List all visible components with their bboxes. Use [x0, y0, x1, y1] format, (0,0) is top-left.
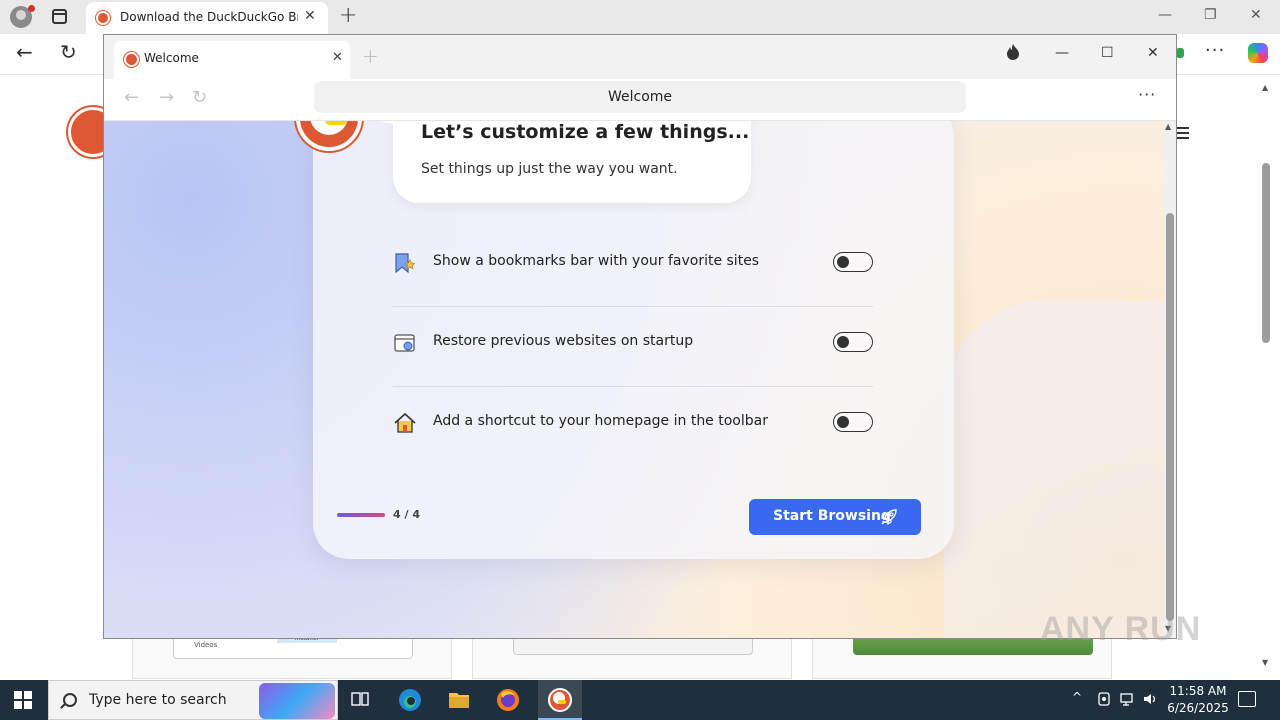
edge-back-button[interactable]: ←	[16, 40, 33, 64]
taskbar-search-box[interactable]: Type here to search	[48, 680, 338, 720]
ddg-forward-button[interactable]: →	[159, 87, 174, 108]
ddg-menu-button[interactable]: ···	[1138, 85, 1156, 104]
ddg-tab-title: Welcome	[144, 51, 199, 65]
background-illustration	[944, 301, 1174, 638]
clock-date[interactable]: 6/26/2025	[1166, 701, 1230, 715]
bookmarks-bar-icon	[393, 251, 417, 275]
duckduckgo-browser-window: Welcome ✕ + — ☐ ✕ ← → ↻ Welcome ··· Let’…	[103, 34, 1177, 639]
taskbar-search-placeholder: Type here to search	[89, 692, 227, 708]
option-row-home-shortcut: Add a shortcut to your homepage in the t…	[393, 387, 873, 467]
edge-page-scrollbar[interactable]	[1262, 163, 1270, 343]
feature-card	[472, 635, 792, 679]
edge-scroll-down-icon[interactable]: ▼	[1262, 658, 1268, 667]
edge-new-tab-button[interactable]: +	[339, 3, 357, 28]
network-icon[interactable]	[1119, 691, 1135, 707]
clock-time[interactable]: 11:58 AM	[1168, 684, 1228, 698]
ddg-scroll-up-icon[interactable]: ▲	[1165, 122, 1171, 131]
copilot-icon[interactable]	[1248, 43, 1268, 63]
edge-settings-more-button[interactable]: ···	[1205, 40, 1225, 61]
edge-reload-button[interactable]: ↻	[60, 40, 77, 64]
edge-tab-title: Download the DuckDuckGo Browser	[120, 10, 298, 24]
duckduckgo-favicon-icon	[96, 11, 110, 25]
ddg-tab-close-icon[interactable]: ✕	[332, 50, 343, 65]
edge-minimize-button[interactable]: —	[1158, 7, 1172, 23]
ddg-address-bar[interactable]: Welcome	[314, 81, 966, 113]
ddg-welcome-page: Let’s customize a few things... Set thin…	[104, 121, 1176, 638]
ddg-close-button[interactable]: ✕	[1147, 45, 1159, 61]
duckduckgo-favicon-icon	[124, 52, 139, 67]
restore-session-icon	[393, 331, 417, 355]
toggle-knob	[837, 335, 849, 348]
edge-scroll-up-icon[interactable]: ▲	[1262, 83, 1268, 92]
fire-icon[interactable]	[1005, 43, 1021, 66]
ddg-tab-welcome[interactable]: Welcome ✕	[114, 41, 350, 79]
option-label-bookmarks-bar: Show a bookmarks bar with your favorite …	[433, 253, 760, 269]
duckduckgo-taskbar-icon[interactable]	[538, 680, 582, 720]
toggle-home-shortcut[interactable]	[833, 412, 873, 432]
tab-actions-icon[interactable]	[52, 9, 67, 24]
meet-now-icon[interactable]	[1096, 691, 1112, 707]
hamburger-menu-icon[interactable]	[1175, 127, 1189, 139]
edge-tab-close-icon[interactable]: ✕	[304, 8, 316, 24]
thumbnail-videos-label: Videos	[194, 641, 218, 649]
windows-taskbar: Type here to search ^ 11:58 AM 6/26/2025	[0, 680, 1280, 720]
toggle-knob	[837, 255, 849, 268]
search-icon	[63, 693, 77, 707]
feature-card: Videos Installer	[132, 635, 452, 679]
start-browsing-label: Start Browsing	[773, 508, 891, 524]
option-row-bookmarks-bar: Show a bookmarks bar with your favorite …	[393, 227, 873, 307]
speech-bubble-tail	[371, 121, 401, 127]
edge-close-button[interactable]: ✕	[1250, 7, 1262, 23]
extension-icon[interactable]	[1176, 48, 1184, 58]
anyrun-watermark: ANY RUN	[1040, 610, 1202, 648]
onboarding-card: Let’s customize a few things... Set thin…	[296, 121, 954, 559]
show-hidden-icons-button[interactable]: ^	[1072, 690, 1082, 704]
onboarding-title: Let’s customize a few things...	[421, 121, 750, 143]
edge-tab-strip: Download the DuckDuckGo Browser ✕ + — ❐ …	[0, 0, 1280, 34]
ddg-navigation-bar: ← → ↻ Welcome ···	[104, 79, 1176, 121]
volume-icon[interactable]	[1142, 691, 1158, 707]
ddg-new-tab-button[interactable]: +	[362, 44, 379, 68]
dax-duck-avatar-icon	[296, 121, 362, 151]
edge-restore-button[interactable]: ❐	[1204, 7, 1217, 23]
start-browsing-button[interactable]: Start Browsing	[749, 499, 921, 535]
option-label-restore-session: Restore previous websites on startup	[433, 333, 694, 349]
windows-start-icon[interactable]	[14, 691, 32, 709]
option-label-home-shortcut: Add a shortcut to your homepage in the t…	[433, 413, 768, 429]
speech-bubble: Let’s customize a few things... Set thin…	[371, 121, 751, 203]
task-view-icon[interactable]	[342, 684, 378, 716]
ddg-tab-strip: Welcome ✕ + — ☐ ✕	[104, 35, 1176, 79]
onboarding-progress-label: 4 / 4	[393, 508, 420, 521]
ddg-minimize-button[interactable]: —	[1055, 45, 1069, 61]
firefox-icon[interactable]	[490, 684, 526, 716]
ddg-back-button[interactable]: ←	[124, 87, 139, 108]
toggle-knob	[837, 415, 849, 428]
option-row-restore-session: Restore previous websites on startup	[393, 307, 873, 387]
profile-notification-dot	[28, 5, 35, 12]
home-icon	[393, 411, 417, 435]
onboarding-subtitle: Set things up just the way you want.	[421, 161, 678, 177]
ddg-maximize-button[interactable]: ☐	[1101, 45, 1114, 61]
onboarding-progress-bar	[337, 513, 385, 517]
notification-center-icon[interactable]	[1238, 691, 1256, 707]
dax-beak	[325, 121, 347, 125]
rocket-icon	[879, 507, 899, 527]
ddg-reload-button[interactable]: ↻	[192, 87, 207, 108]
toggle-restore-session[interactable]	[833, 332, 873, 352]
edge-taskbar-icon[interactable]	[392, 684, 428, 716]
search-highlight-image	[259, 683, 335, 719]
edge-tab-duckduckgo-download[interactable]: Download the DuckDuckGo Browser ✕	[86, 2, 328, 34]
ddg-scrollbar-thumb[interactable]	[1166, 213, 1174, 621]
file-explorer-icon[interactable]	[441, 684, 477, 716]
toggle-bookmarks-bar[interactable]	[833, 252, 873, 272]
